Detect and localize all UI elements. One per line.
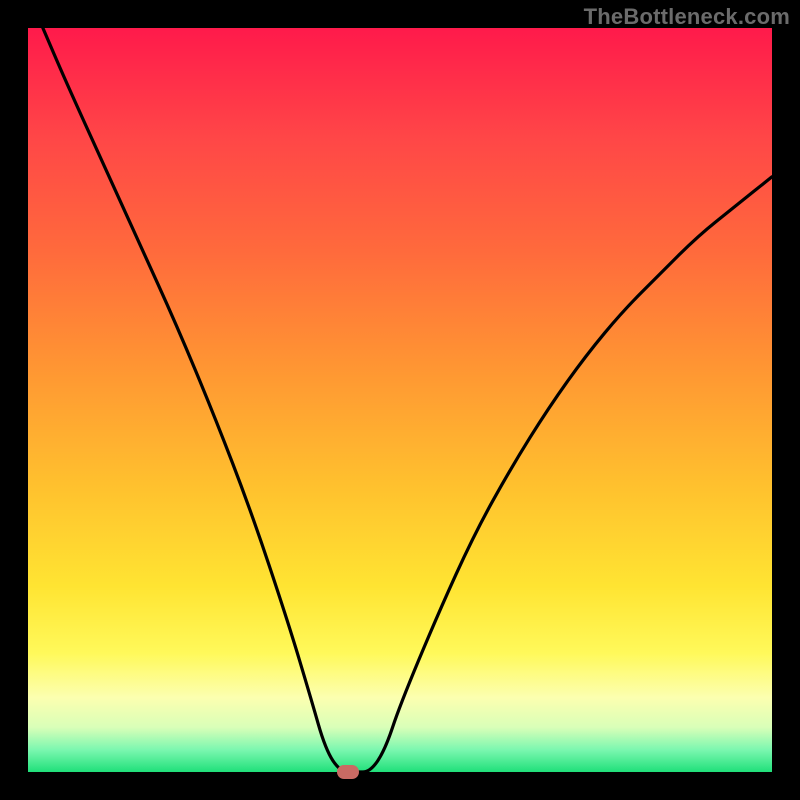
optimal-marker	[337, 765, 359, 779]
bottleneck-curve	[28, 28, 772, 772]
watermark-label: TheBottleneck.com	[584, 4, 790, 30]
chart-frame: TheBottleneck.com	[0, 0, 800, 800]
plot-area	[28, 28, 772, 772]
